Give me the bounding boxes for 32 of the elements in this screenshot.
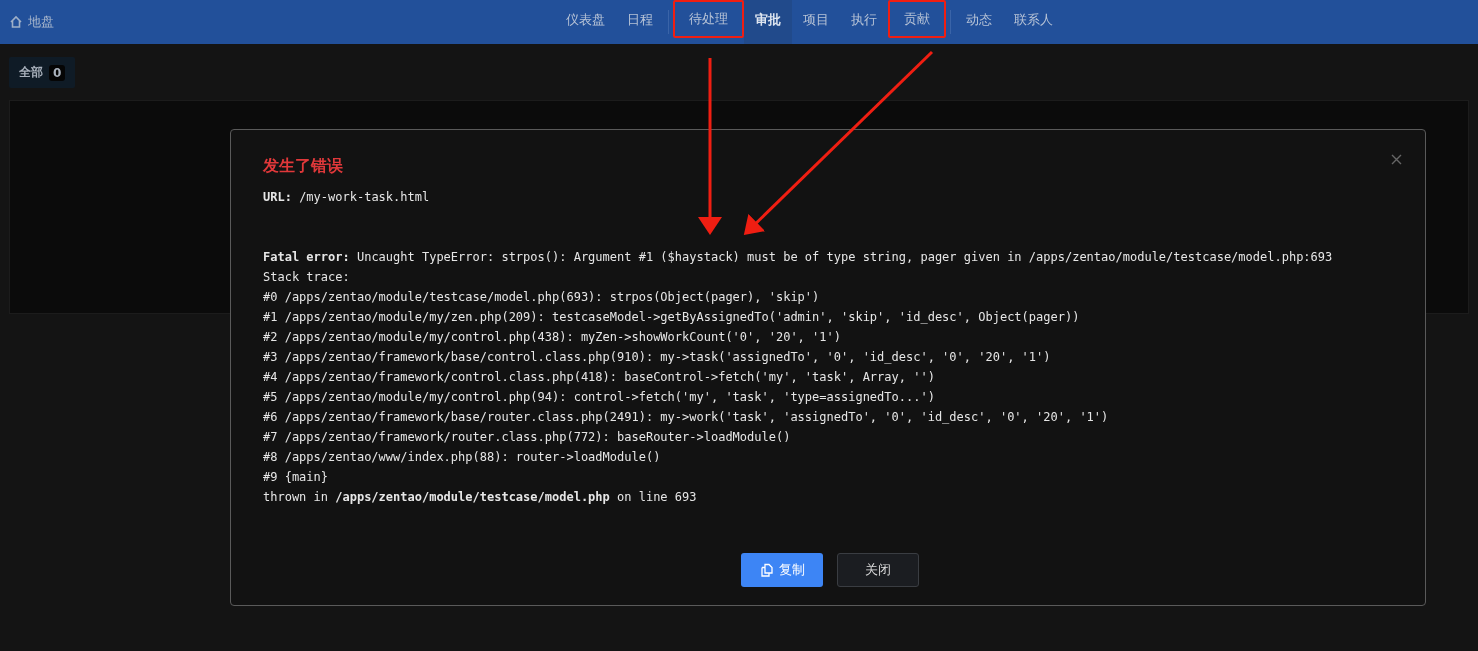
error-text-line: #9 {main} bbox=[263, 469, 330, 486]
error-text-line: #4 /apps/zentao/framework/control.class.php(418): baseControl->fetch('my', 'task', Array, '') bbox=[263, 369, 936, 386]
nav-tab[interactable]: 待处理 bbox=[673, 0, 744, 38]
error-text-line: #8 /apps/zentao/www/index.php(88): router->loadModule() bbox=[263, 449, 662, 466]
error-text-line: Fatal error: Uncaught TypeError: strpos(): Argument #1 ($haystack) must be of type string, pager given in /apps/zentao/module/testcase/model.php:693 bbox=[263, 249, 1334, 266]
dialog-button[interactable]: 复制 bbox=[741, 553, 823, 587]
error-text-line: Stack trace: bbox=[263, 269, 351, 286]
nav-tab[interactable]: 仪表盘 bbox=[555, 0, 616, 44]
nav-tab[interactable]: 日程 bbox=[616, 0, 664, 44]
error-text-line: thrown in /apps/zentao/module/testcase/model.php on line 693 bbox=[263, 489, 698, 506]
error-text-line: #7 /apps/zentao/framework/router.class.php(772): baseRouter->loadModule() bbox=[263, 429, 792, 446]
home-link[interactable]: 地盘 bbox=[0, 13, 555, 31]
copy-icon bbox=[759, 563, 774, 577]
nav-tab[interactable]: 动态 bbox=[955, 0, 1003, 44]
close-icon[interactable] bbox=[1391, 154, 1402, 165]
home-icon bbox=[9, 15, 23, 29]
count-badge: 0 bbox=[49, 64, 66, 81]
error-text-line: #1 /apps/zentao/module/my/zen.php(209): testcaseModel->getByAssignedTo('admin', 'skip', 'id_desc', Object(pager)) bbox=[263, 309, 1081, 326]
error-text-line: #6 /apps/zentao/framework/base/router.class.php(2491): my->work('task', 'assignedTo', '0', 'id_desc', '0', '20', '1') bbox=[263, 409, 1110, 426]
nav-tab[interactable]: 执行 bbox=[840, 0, 888, 44]
nav-tab[interactable]: 贡献 bbox=[888, 0, 946, 38]
nav-tab[interactable]: 联系人 bbox=[1003, 0, 1064, 44]
url-line: URL: /my-work-task.html bbox=[263, 189, 431, 206]
dialog-title: 发生了错误 bbox=[263, 156, 344, 177]
filter-tab[interactable]: 全部 0 bbox=[9, 57, 76, 88]
nav-tab[interactable]: 审批 bbox=[744, 0, 792, 44]
error-text-line: #5 /apps/zentao/module/my/control.php(94): control->fetch('my', 'task', 'type=assignedTo...') bbox=[263, 389, 936, 406]
dialog-button[interactable]: 关闭 bbox=[837, 553, 919, 587]
error-text-line: #3 /apps/zentao/framework/base/control.class.php(910): my->task('assignedTo', '0', 'id_desc', '0', '20', '1') bbox=[263, 349, 1052, 366]
error-text-line: #2 /apps/zentao/module/my/control.php(438): myZen->showWorkCount('0', '20', '1') bbox=[263, 329, 842, 346]
error-text-line: #0 /apps/zentao/module/testcase/model.php(693): strpos(Object(pager), 'skip') bbox=[263, 289, 821, 306]
nav-tab[interactable]: 项目 bbox=[792, 0, 840, 44]
